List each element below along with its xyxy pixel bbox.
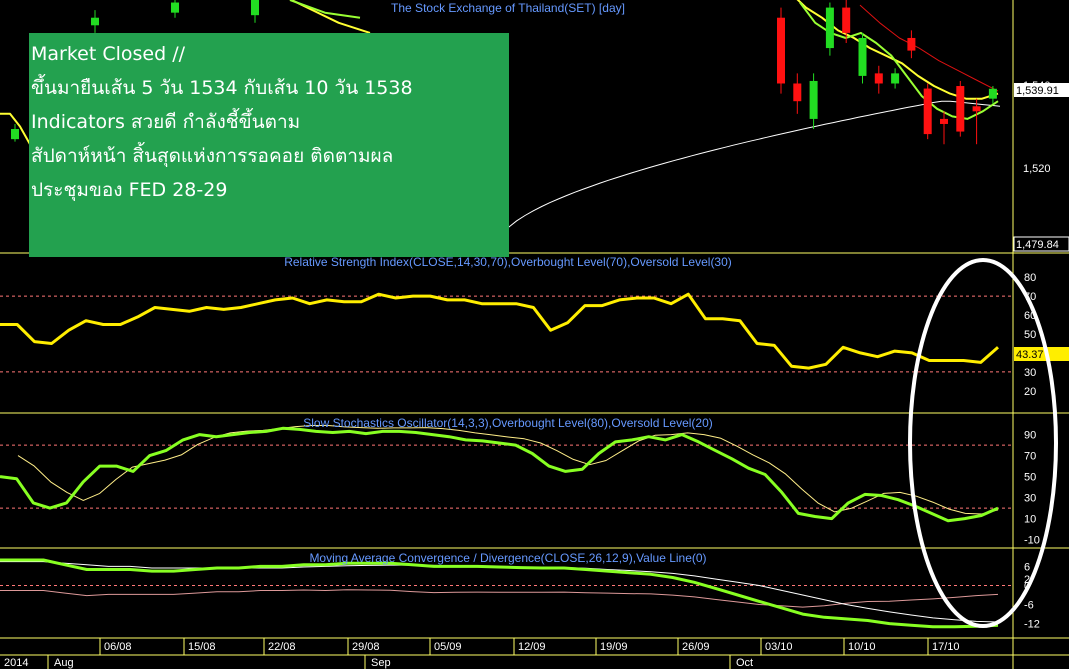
price-candle-body [809, 80, 818, 119]
rsi-tick-label: 80 [1024, 272, 1036, 284]
annotation-note: Market Closed // ขึ้นมายืนเส้น 5 วัน 153… [29, 33, 509, 257]
highlight-ellipse [908, 258, 1058, 628]
rsi-tick-label: 20 [1024, 386, 1036, 398]
price-candle-body [825, 7, 834, 49]
stoch-tick-label: 30 [1024, 493, 1036, 505]
date-label: 03/10 [765, 641, 793, 653]
macd-title: Moving Average Convergence / Divergence(… [309, 551, 706, 565]
rsi-line [0, 292, 999, 370]
price-candle-body [891, 73, 900, 84]
low-price-label: 1,479.84 [1016, 239, 1059, 251]
stoch-title: Slow Stochastics Oscillator(14,3,3),Over… [303, 416, 713, 430]
note-line-4: สัปดาห์หน้า สิ้นสุดแห่งการรอคอย ติดตามผล [31, 145, 394, 167]
stoch-tick-label: 50 [1024, 472, 1036, 484]
rsi-tick-label: 30 [1024, 367, 1036, 379]
period-label: Oct [736, 657, 753, 669]
date-label: 06/08 [104, 641, 132, 653]
date-label: 05/09 [434, 641, 462, 653]
price-candle-body [972, 106, 981, 112]
chart-window: The Stock Exchange of Thailand(SET) [day… [0, 0, 1069, 669]
note-line-3: Indicators สวยดี กำลังชี้ขึ้นตาม [31, 111, 301, 133]
price-candle-body [793, 83, 802, 102]
note-line-2: ขึ้นมายืนเส้น 5 วัน 1534 กับเส้น 10 วัน … [31, 77, 413, 99]
price-candle-body [874, 73, 883, 84]
stoch-tick-label: 10 [1024, 514, 1036, 526]
date-label: 17/10 [932, 641, 960, 653]
date-label: 22/08 [268, 641, 296, 653]
stoch-tick-label: 70 [1024, 451, 1036, 463]
last-price-label: 1,539.91 [1016, 85, 1059, 97]
price-candle-body [940, 118, 948, 124]
stoch-k-line [0, 426, 999, 523]
price-candle-body [777, 17, 785, 84]
date-label: 15/08 [188, 641, 216, 653]
rsi-title: Relative Strength Index(CLOSE,14,30,70),… [284, 255, 732, 269]
price-tick-label: 1,520 [1023, 163, 1051, 175]
macd-tick-label: -12 [1024, 619, 1040, 631]
price-candle-body [988, 88, 997, 99]
period-label: Sep [371, 657, 391, 669]
rsi-value-label: 43.37 [1016, 349, 1044, 361]
date-label: 10/10 [848, 641, 876, 653]
period-label: 2014 [4, 657, 28, 669]
period-label: Aug [54, 657, 74, 669]
price-candle-body [923, 88, 932, 135]
date-label: 19/09 [600, 641, 628, 653]
ma-mid-early [289, 0, 361, 19]
date-label: 29/08 [352, 641, 380, 653]
price-title: The Stock Exchange of Thailand(SET) [day… [391, 1, 625, 15]
price-candle-early-body [251, 0, 259, 16]
note-line-5: ประชุมของ FED 28-29 [31, 179, 228, 201]
price-candle-early-body [11, 129, 19, 140]
price-candle-body [907, 37, 916, 51]
price-candle-early-body [171, 2, 179, 13]
price-candle-body [842, 7, 851, 33]
price-candle-body [956, 86, 965, 132]
rsi-tick-label: 50 [1024, 329, 1036, 341]
date-label: 12/09 [518, 641, 546, 653]
note-line-1: Market Closed // [31, 43, 186, 65]
macd-tick-label: -6 [1024, 600, 1034, 612]
stoch-tick-label: -10 [1024, 535, 1040, 547]
ma-short-line [796, 0, 999, 100]
stoch-tick-label: 90 [1024, 430, 1036, 442]
macd-tick-label: 6 [1024, 561, 1030, 573]
date-label: 26/09 [682, 641, 710, 653]
price-candle-early-body [91, 17, 99, 26]
price-candle-body [858, 37, 867, 76]
macd-line [0, 558, 999, 629]
